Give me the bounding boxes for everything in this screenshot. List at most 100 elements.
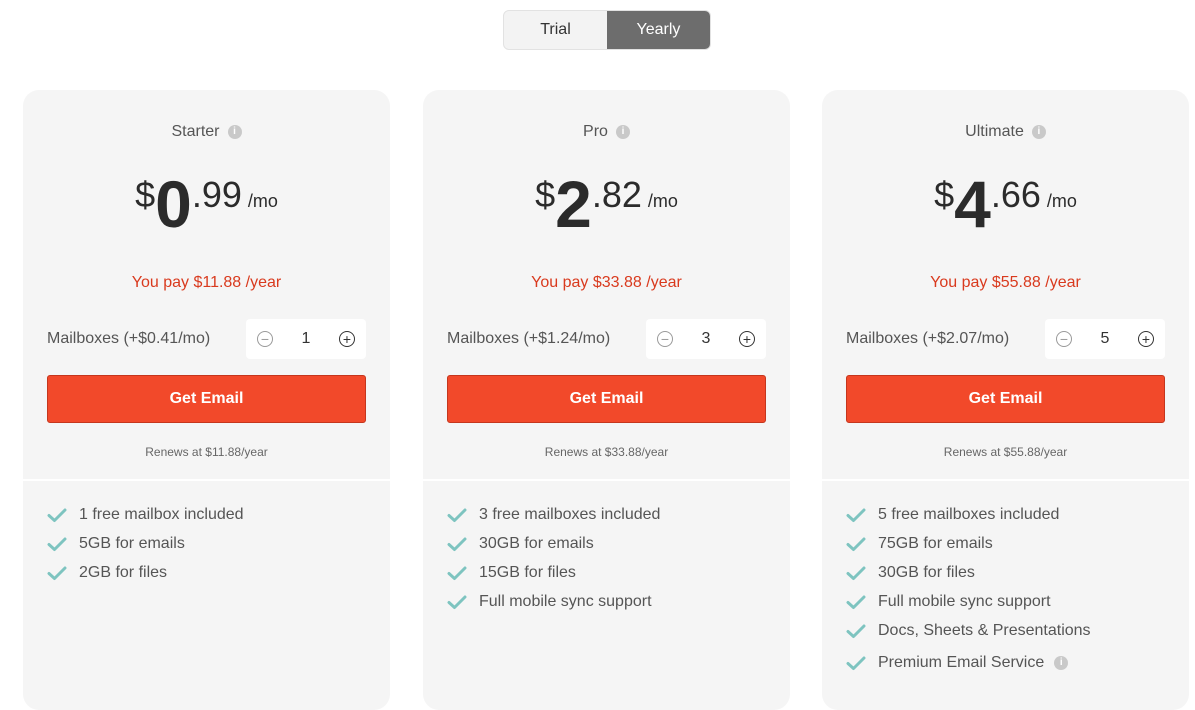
feature-list: 5 free mailboxes included 75GB for emails… [846, 500, 1165, 678]
feature-text: Full mobile sync support [479, 592, 652, 610]
price-period: /mo [647, 191, 678, 211]
feature-text: 30GB for emails [479, 534, 594, 552]
mailbox-row: Mailboxes (+$2.07/mo) − 5 + [846, 319, 1165, 359]
check-icon [447, 508, 467, 522]
mailbox-count[interactable]: 1 [302, 330, 311, 348]
plan-name: Ultimate [965, 123, 1024, 140]
price: $ 2 .82 /mo [423, 168, 790, 237]
feature-item: 3 free mailboxes included [447, 500, 766, 529]
check-icon [846, 508, 866, 522]
price-integer: 4 [954, 167, 991, 241]
minus-circle-icon[interactable]: − [257, 331, 273, 347]
info-icon[interactable]: i [1031, 125, 1046, 139]
feature-text: 75GB for emails [878, 534, 993, 552]
info-icon[interactable]: i [615, 125, 630, 139]
feature-text: 1 free mailbox included [79, 505, 244, 523]
mailbox-stepper: − 1 + [246, 319, 366, 359]
plan-name: Pro [583, 123, 608, 140]
renews-text: Renews at $55.88/year [943, 445, 1068, 459]
plan-card-pro: Pro i $ 2 .82 /mo You pay $33.88 /year M… [423, 90, 790, 710]
check-icon [47, 537, 67, 551]
feature-text: 5GB for emails [79, 534, 185, 552]
check-icon [846, 595, 866, 609]
price-integer: 2 [555, 167, 592, 241]
plus-circle-icon[interactable]: + [739, 331, 755, 347]
mailbox-stepper: − 3 + [646, 319, 766, 359]
feature-item: 30GB for emails [447, 529, 766, 558]
plan-name-row: Pro i [423, 123, 790, 141]
mailbox-label: Mailboxes (+$0.41/mo) [47, 330, 211, 347]
price-period: /mo [1046, 191, 1077, 211]
plan-name-row: Starter i [23, 123, 390, 141]
plan-card-starter: Starter i $ 0 .99 /mo You pay $11.88 /ye… [23, 90, 390, 710]
check-icon [846, 566, 866, 580]
plan-name-row: Ultimate i [822, 123, 1189, 141]
price: $ 4 .66 /mo [822, 168, 1189, 237]
price-currency: $ [535, 174, 556, 215]
feature-text: Full mobile sync support [878, 592, 1051, 610]
you-pay-text: You pay $11.88 /year [131, 274, 282, 291]
feature-item: Full mobile sync support [846, 587, 1165, 616]
feature-text: 5 free mailboxes included [878, 505, 1060, 523]
toggle-yearly[interactable]: Yearly [607, 11, 710, 49]
mailbox-count[interactable]: 5 [1101, 330, 1110, 348]
billing-toggle: Trial Yearly [503, 10, 711, 50]
feature-list: 1 free mailbox included 5GB for emails 2GB… [47, 500, 366, 587]
plus-circle-icon[interactable]: + [1138, 331, 1154, 347]
feature-text: 15GB for files [479, 563, 576, 581]
divider [423, 479, 790, 481]
get-email-button[interactable]: Get Email [47, 375, 366, 423]
feature-item: 1 free mailbox included [47, 500, 366, 529]
feature-item: 5GB for emails [47, 529, 366, 558]
price-period: /mo [247, 191, 278, 211]
feature-item: Docs, Sheets & Presentations [846, 616, 1165, 645]
info-icon[interactable]: i [1054, 655, 1069, 670]
feature-text: 2GB for files [79, 563, 168, 581]
divider [822, 479, 1189, 481]
check-icon [447, 595, 467, 609]
check-icon [47, 508, 67, 522]
mailbox-row: Mailboxes (+$0.41/mo) − 1 + [47, 319, 366, 359]
check-icon [447, 537, 467, 551]
feature-text: Docs, Sheets & Presentations [878, 621, 1091, 639]
get-email-button[interactable]: Get Email [846, 375, 1165, 423]
feature-text: Premium Email Service [878, 653, 1045, 671]
mailbox-stepper: − 5 + [1045, 319, 1165, 359]
plan-card-ultimate: Ultimate i $ 4 .66 /mo You pay $55.88 /y… [822, 90, 1189, 710]
you-pay-text: You pay $55.88 /year [930, 274, 1081, 291]
feature-item: Full mobile sync support [447, 587, 766, 616]
mailbox-count[interactable]: 3 [702, 330, 711, 348]
feature-item: 5 free mailboxes included [846, 500, 1165, 529]
feature-item: 75GB for emails [846, 529, 1165, 558]
minus-circle-icon[interactable]: − [1056, 331, 1072, 347]
feature-item: Premium Email Service i [846, 647, 1165, 678]
price-integer: 0 [155, 167, 192, 241]
you-pay-text: You pay $33.88 /year [531, 274, 682, 291]
feature-item: 2GB for files [47, 558, 366, 587]
price: $ 0 .99 /mo [23, 168, 390, 237]
get-email-button[interactable]: Get Email [447, 375, 766, 423]
feature-list: 3 free mailboxes included 30GB for emails… [447, 500, 766, 616]
minus-circle-icon[interactable]: − [657, 331, 673, 347]
check-icon [47, 566, 67, 580]
info-icon[interactable]: i [227, 125, 242, 139]
feature-text: 30GB for files [878, 563, 975, 581]
check-icon [447, 566, 467, 580]
feature-item: 30GB for files [846, 558, 1165, 587]
price-decimal: .66 [990, 174, 1041, 215]
price-currency: $ [135, 174, 156, 215]
price-currency: $ [934, 174, 955, 215]
mailbox-label: Mailboxes (+$2.07/mo) [846, 330, 1010, 347]
check-icon [846, 537, 866, 551]
feature-item: 15GB for files [447, 558, 766, 587]
price-decimal: .82 [591, 174, 642, 215]
renews-text: Renews at $11.88/year [145, 445, 268, 459]
price-decimal: .99 [191, 174, 242, 215]
toggle-trial[interactable]: Trial [504, 11, 607, 49]
check-icon [846, 624, 866, 638]
plan-name: Starter [171, 123, 220, 140]
mailbox-row: Mailboxes (+$1.24/mo) − 3 + [447, 319, 766, 359]
check-icon [846, 656, 866, 670]
feature-text: 3 free mailboxes included [479, 505, 661, 523]
plus-circle-icon[interactable]: + [339, 331, 355, 347]
